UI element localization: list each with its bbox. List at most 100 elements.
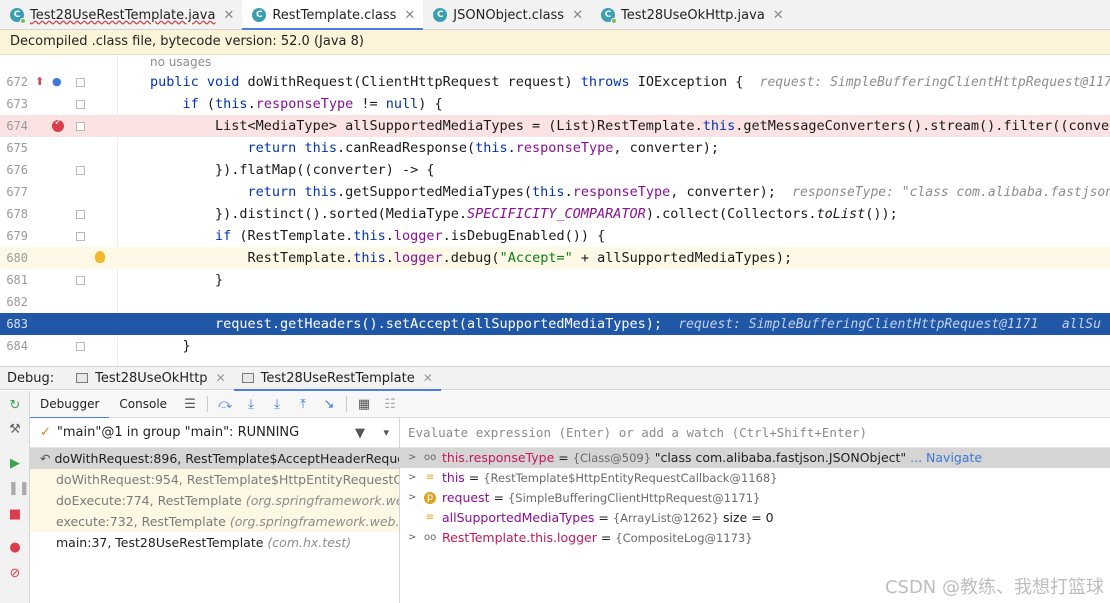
- variable-row[interactable]: > ≡ this = {RestTemplate$HttpEntityReque…: [400, 468, 1110, 488]
- step-over-icon[interactable]: ⤼: [212, 397, 238, 412]
- fold-icon[interactable]: [76, 122, 85, 131]
- code-token: + allSupportedMediaTypes);: [572, 250, 793, 266]
- code-editor[interactable]: no usages 672 ⬆ ● public void doWithRequ…: [0, 55, 1110, 366]
- expand-arrow-icon[interactable]: >: [408, 528, 416, 548]
- force-step-into-icon[interactable]: ⤓: [264, 397, 290, 412]
- code-token: this: [532, 184, 565, 200]
- tab-debugger[interactable]: Debugger: [30, 391, 110, 419]
- stack-frame[interactable]: ↶ doWithRequest:896, RestTemplate$AcceptH…: [30, 448, 399, 469]
- thread-selector[interactable]: ✓ "main"@1 in group "main": RUNNING ▼ ▾: [30, 418, 399, 448]
- tab-resttemplate-class[interactable]: C RestTemplate.class ✕: [242, 0, 424, 31]
- mute-breakpoints-icon[interactable]: ⊘: [8, 567, 22, 581]
- code-token: }: [215, 272, 224, 288]
- code-token: null: [385, 96, 419, 112]
- expand-arrow-icon[interactable]: >: [408, 448, 416, 468]
- code-line-683-current[interactable]: 683 request.getHeaders().setAccept(allSu…: [0, 313, 1110, 335]
- code-token: if: [215, 228, 240, 244]
- pause-icon[interactable]: ❚❚: [8, 482, 30, 496]
- expand-arrow-icon[interactable]: >: [408, 468, 416, 488]
- stack-frame[interactable]: main:37, Test28UseRestTemplate (com.hx.t…: [30, 532, 399, 553]
- stack-frame[interactable]: doWithRequest:954, RestTemplate$HttpEnti…: [30, 469, 399, 490]
- stop-icon[interactable]: ■: [8, 508, 22, 522]
- variable-name: this.responseType: [442, 450, 555, 465]
- line-number: 674: [6, 119, 28, 133]
- debug-tab-label: Test28UseRestTemplate: [260, 370, 415, 386]
- variable-row[interactable]: > oo RestTemplate.this.logger = {Composi…: [400, 528, 1110, 548]
- code-line-675[interactable]: 675 return this.canReadResponse(this.res…: [0, 137, 1110, 159]
- close-icon[interactable]: ✕: [773, 8, 784, 23]
- close-icon[interactable]: ✕: [404, 8, 415, 23]
- stack-frame[interactable]: doExecute:774, RestTemplate (org.springf…: [30, 490, 399, 511]
- chevron-down-icon[interactable]: ▾: [383, 426, 389, 439]
- code-token: this: [353, 250, 386, 266]
- code-token: ).collect(Collectors.: [645, 206, 817, 222]
- stack-frame[interactable]: execute:732, RestTemplate (org.springfra…: [30, 511, 399, 532]
- code-line-672[interactable]: 672 ⬆ ● public void doWithRequest(Client…: [0, 71, 1110, 93]
- rerun-icon[interactable]: ↻: [8, 399, 22, 413]
- tab-jsonobject-class[interactable]: C JSONObject.class ✕: [423, 0, 591, 30]
- close-icon[interactable]: ✕: [423, 371, 433, 385]
- view-breakpoints-icon[interactable]: ●: [8, 541, 22, 555]
- navigate-link[interactable]: ... Navigate: [906, 450, 982, 465]
- close-icon[interactable]: ✕: [216, 371, 226, 385]
- tab-test28userresttemplate-java[interactable]: C Test28UseRestTemplate.java ✕: [0, 0, 242, 30]
- step-into-icon[interactable]: ●: [52, 75, 62, 89]
- line-number: 680: [6, 251, 28, 265]
- variable-row[interactable]: > p request = {SimpleBufferingClientHttp…: [400, 488, 1110, 508]
- code-line-676[interactable]: 676 }).flatMap((converter) -> {: [0, 159, 1110, 181]
- fold-icon[interactable]: [76, 276, 85, 285]
- code-token: RestTemplate.: [247, 250, 354, 266]
- step-out-icon[interactable]: ⤒: [290, 397, 316, 412]
- tab-debug-test28userresttemplate[interactable]: Test28UseRestTemplate ✕: [233, 367, 441, 391]
- resume-icon[interactable]: ▶: [8, 457, 22, 471]
- usages-hint[interactable]: no usages: [150, 55, 211, 69]
- code-token: ) {: [418, 96, 443, 112]
- run-to-cursor-icon[interactable]: ↘: [316, 397, 342, 412]
- java-class-icon: C: [601, 8, 617, 24]
- close-icon[interactable]: ✕: [572, 8, 583, 23]
- code-line-678[interactable]: 678 }).distinct().sorted(MediaType.SPECI…: [0, 203, 1110, 225]
- variable-value: "class com.alibaba.fastjson.JSONObject": [654, 450, 907, 465]
- close-icon[interactable]: ✕: [223, 8, 234, 23]
- java-class-icon: C: [433, 8, 448, 22]
- thread-label: "main"@1 in group "main": RUNNING: [56, 425, 300, 440]
- code-line-679[interactable]: 679 if (RestTemplate.this.logger.isDebug…: [0, 225, 1110, 247]
- settings-wrench-icon[interactable]: ⚒: [8, 423, 22, 437]
- code-line-684[interactable]: 684 }: [0, 335, 1110, 357]
- field-icon: ≡: [425, 512, 435, 523]
- fold-icon[interactable]: [76, 100, 85, 109]
- variable-type: {CompositeLog@1173}: [615, 531, 753, 545]
- code-line-677[interactable]: 677 return this.getSupportedMediaTypes(t…: [0, 181, 1110, 203]
- code-line-674[interactable]: 674 List<MediaType> allSupportedMediaTyp…: [0, 115, 1110, 137]
- evaluate-expression-icon[interactable]: ▦: [351, 397, 377, 412]
- watch-glasses-icon: oo: [424, 532, 437, 543]
- code-token: .debug(: [442, 250, 500, 266]
- variable-row[interactable]: ≡ allSupportedMediaTypes = {ArrayList@12…: [400, 508, 1110, 528]
- tab-debug-test28useokhttp[interactable]: Test28UseOkHttp ✕: [68, 367, 233, 390]
- expand-arrow-icon[interactable]: >: [408, 488, 416, 508]
- trace-stream-icon[interactable]: ☷: [377, 397, 403, 412]
- code-line-681[interactable]: 681 }: [0, 269, 1110, 291]
- fold-icon[interactable]: [76, 232, 85, 241]
- code-line-680[interactable]: 680 RestTemplate.this.logger.debug("Acce…: [0, 247, 1110, 269]
- evaluate-expression-input[interactable]: Evaluate expression (Enter) or add a wat…: [400, 418, 1110, 448]
- tab-console[interactable]: Console: [109, 391, 177, 418]
- code-line-673[interactable]: 673 if (this.responseType != null) {: [0, 93, 1110, 115]
- code-line-682[interactable]: 682: [0, 291, 1110, 313]
- variable-type: {RestTemplate$HttpEntityRequestCallback@…: [483, 471, 778, 485]
- lightbulb-icon[interactable]: [95, 251, 105, 263]
- fold-icon[interactable]: [76, 78, 85, 87]
- code-token: .: [385, 250, 394, 266]
- fold-icon[interactable]: [76, 210, 85, 219]
- tab-test28useokhttp-java[interactable]: C Test28UseOkHttp.java ✕: [591, 0, 792, 30]
- fold-icon[interactable]: [76, 342, 85, 351]
- filter-icon[interactable]: ▼: [355, 426, 365, 441]
- fold-icon[interactable]: [76, 166, 85, 175]
- layout-menu-icon[interactable]: ☰: [177, 397, 203, 412]
- run-config-icon: [241, 373, 254, 383]
- override-icon[interactable]: ⬆: [35, 75, 44, 89]
- step-into-icon[interactable]: ⤓: [238, 397, 264, 412]
- code-token: .: [564, 184, 573, 200]
- breakpoint-icon[interactable]: [52, 117, 64, 132]
- variable-row[interactable]: > oo this.responseType = {Class@509} "cl…: [400, 448, 1110, 468]
